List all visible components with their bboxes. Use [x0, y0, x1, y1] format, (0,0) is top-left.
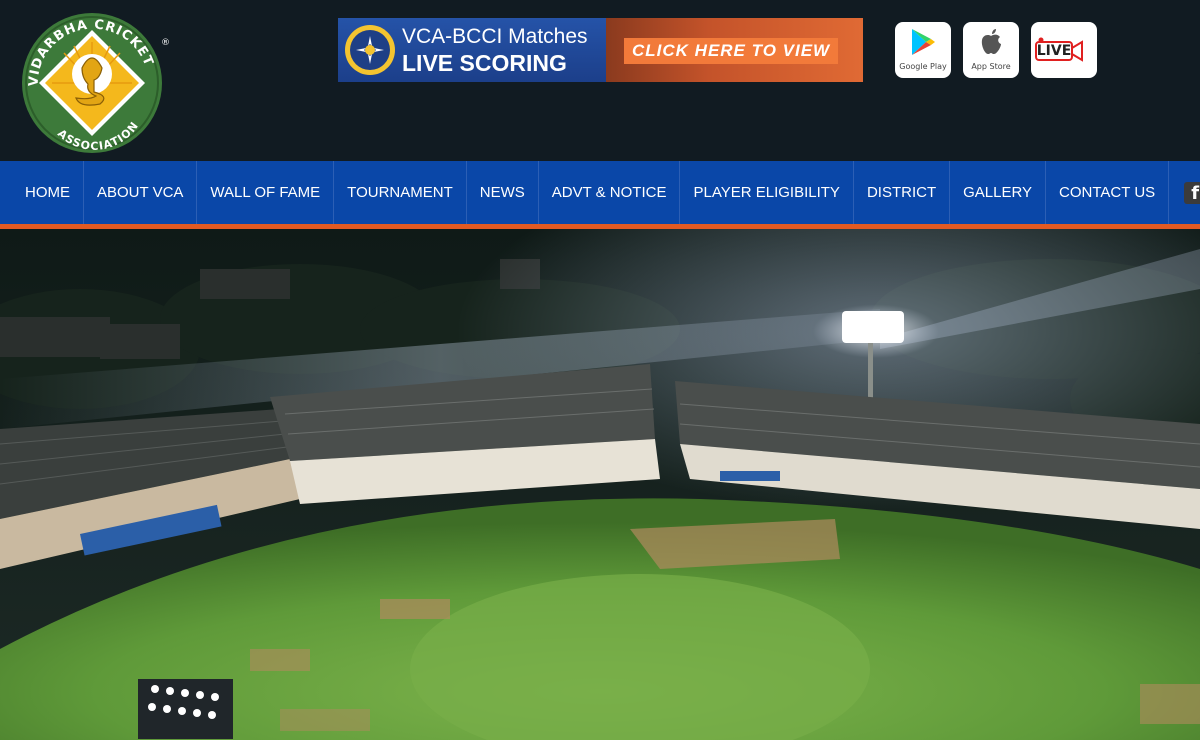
google-play-caption: Google Play: [899, 62, 947, 71]
live-scoring-banner[interactable]: VCA-BCCI Matches LIVE SCORING CLICK HERE…: [338, 18, 863, 82]
facebook-icon: f: [1184, 181, 1200, 204]
main-nav: HOME ABOUT VCA WALL OF FAME TOURNAMENT N…: [0, 161, 1200, 224]
vca-logo[interactable]: VIDARBHA CRICKET ASSOCIATION ®: [10, 8, 175, 156]
nav-item-contact-us[interactable]: CONTACT US: [1046, 161, 1170, 224]
google-play-button[interactable]: Google Play: [895, 22, 951, 78]
hero-stadium-image: [0, 229, 1200, 740]
nav-item-district[interactable]: DISTRICT: [854, 161, 951, 224]
live-label: LIVE: [1036, 43, 1072, 59]
nav-item-gallery[interactable]: GALLERY: [950, 161, 1047, 224]
banner-right-panel: CLICK HERE TO VIEW: [606, 18, 863, 82]
site-header: VIDARBHA CRICKET ASSOCIATION ® VCA-BCCI …: [0, 0, 1200, 161]
nav-item-about-vca[interactable]: ABOUT VCA: [84, 161, 198, 224]
nav-item-player-eligibility[interactable]: PLAYER ELIGIBILITY: [680, 161, 854, 224]
apple-icon: [963, 26, 1019, 58]
nav-item-wall-of-fame[interactable]: WALL OF FAME: [197, 161, 335, 224]
bcci-logo-icon: [345, 25, 395, 75]
registered-mark: ®: [161, 38, 170, 48]
app-store-button[interactable]: App Store: [963, 22, 1019, 78]
nav-item-advt-notice[interactable]: ADVT & NOTICE: [539, 161, 681, 224]
app-store-caption: App Store: [971, 62, 1011, 71]
banner-title: VCA-BCCI Matches: [402, 25, 588, 48]
page: VIDARBHA CRICKET ASSOCIATION ® VCA-BCCI …: [0, 0, 1200, 740]
facebook-link[interactable]: f: [1169, 161, 1200, 224]
stadium-illustration: [0, 229, 1200, 740]
vca-logo-emblem: VIDARBHA CRICKET ASSOCIATION: [22, 13, 162, 153]
nav-item-tournament[interactable]: TOURNAMENT: [334, 161, 467, 224]
click-here-to-view-button[interactable]: CLICK HERE TO VIEW: [624, 38, 839, 64]
live-stream-button[interactable]: LIVE: [1031, 22, 1097, 78]
banner-left-panel: VCA-BCCI Matches LIVE SCORING: [338, 18, 606, 82]
nav-item-news[interactable]: NEWS: [467, 161, 539, 224]
banner-subtitle: LIVE SCORING: [402, 50, 567, 76]
nav-item-home[interactable]: HOME: [12, 161, 84, 224]
google-play-icon: [895, 26, 951, 58]
